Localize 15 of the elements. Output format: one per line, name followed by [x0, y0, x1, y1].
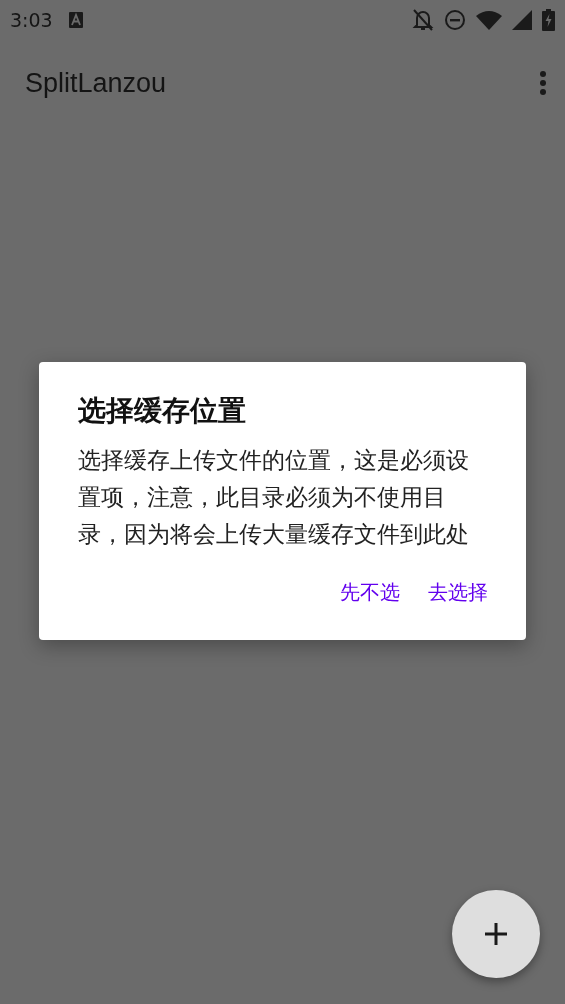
signal-icon [512, 10, 532, 30]
notification-icon [68, 12, 83, 28]
dialog-title: 选择缓存位置 [78, 393, 247, 429]
dialog-message: 选择缓存上传文件的位置，这是必须设置项，注意，此目录必须为不使用目录，因为将会上传大量缓存文件到此处 [78, 446, 470, 549]
bell-off-icon [412, 8, 434, 32]
dialog-button[interactable]: 先不选 [334, 573, 406, 612]
dialog-button[interactable]: 去选择 [422, 573, 494, 612]
status-time: 3:03 [10, 9, 53, 31]
app-title: SplitLanzou [25, 67, 167, 99]
more-options-icon[interactable] [539, 70, 547, 96]
wifi-icon [476, 10, 502, 30]
battery-icon [542, 9, 555, 31]
plus-icon [485, 923, 507, 945]
do-not-disturb-icon [444, 9, 466, 31]
add-button[interactable] [452, 890, 540, 978]
